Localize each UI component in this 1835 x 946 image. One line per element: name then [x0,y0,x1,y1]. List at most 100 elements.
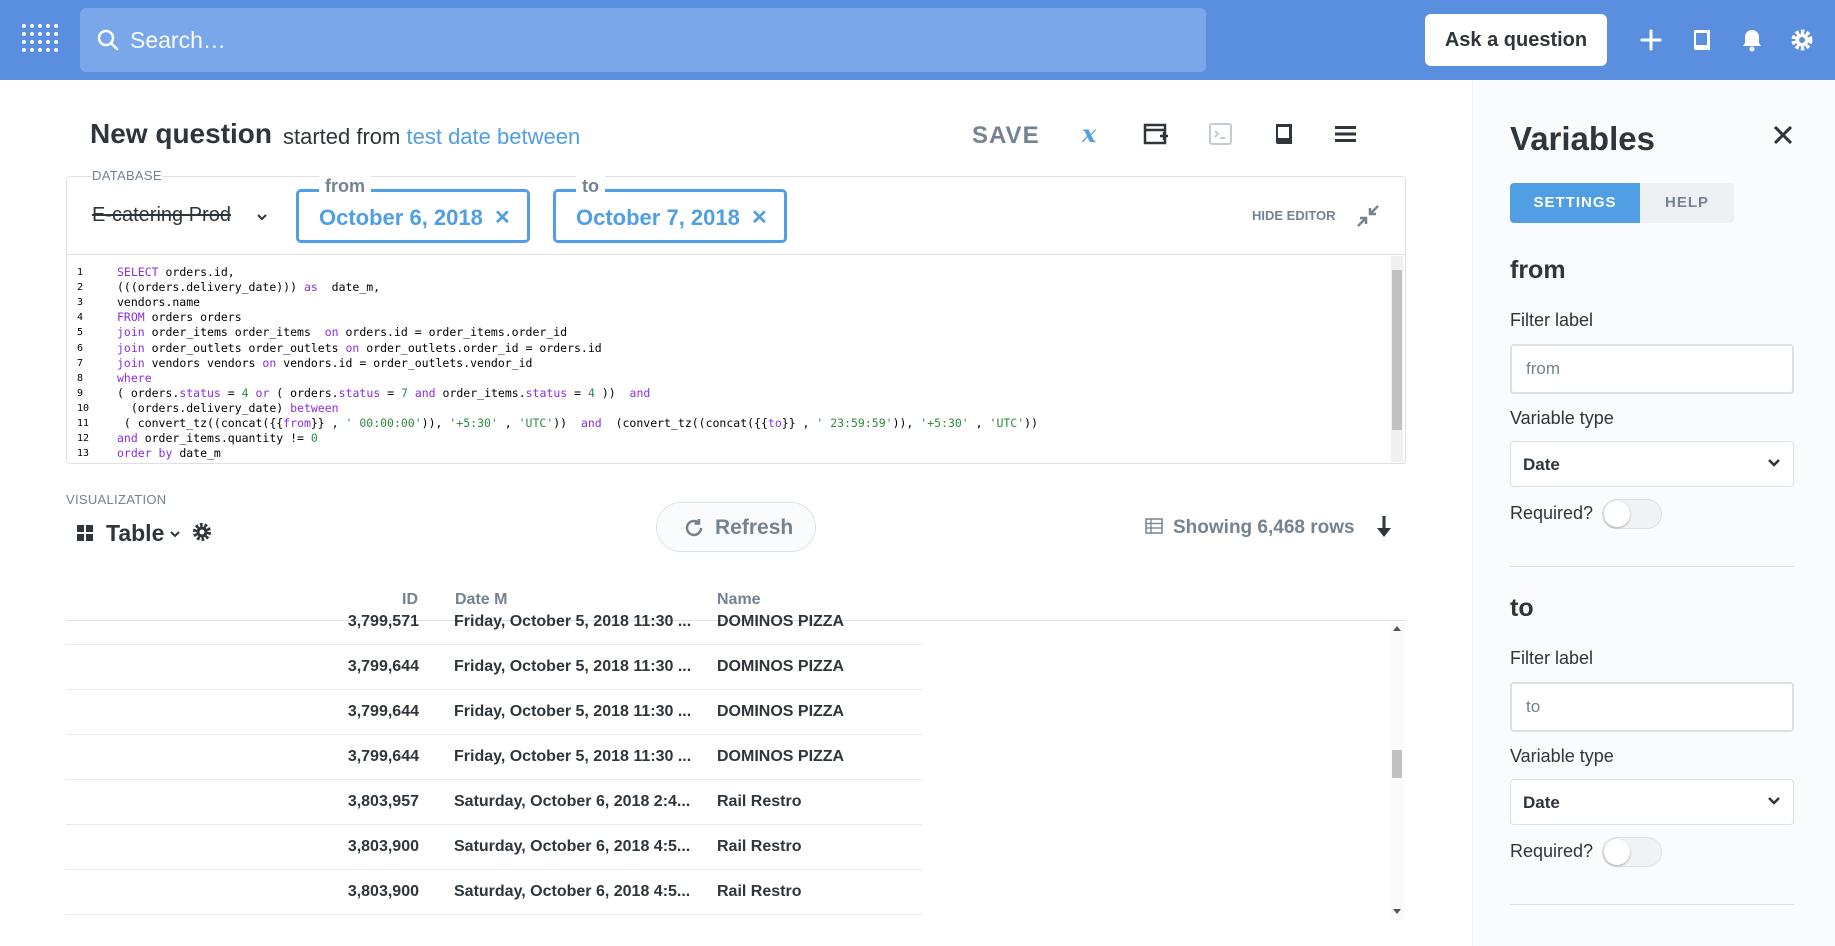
database-picker[interactable]: E-catering Prod [92,204,231,227]
sql-snippet-icon[interactable] [1207,120,1235,148]
table-scrollbar[interactable] [1390,622,1404,920]
started-from-text: started from [283,124,401,149]
code-line[interactable]: 9 ( orders.status = 4 or ( orders.status … [67,386,1385,401]
gear-icon[interactable] [191,521,213,543]
line-number: 10 [77,402,90,414]
tab-settings[interactable]: SETTINGS [1510,183,1640,223]
table-row[interactable]: 3,803,900 Saturday, October 6, 2018 4:5..… [66,825,922,870]
menu-hamburger-icon[interactable] [1332,120,1360,148]
line-number: 5 [77,327,84,339]
code-text: ( convert_tz((concat({{from}} , ' 00:00:… [117,416,1038,430]
search-bar[interactable]: Search… [80,8,1206,72]
code-line[interactable]: 5 join order_items order_items on orders.… [67,325,1385,340]
filter-label-input[interactable]: to [1510,682,1794,732]
editor-scrollbar[interactable] [1391,256,1403,462]
filter-widget-from[interactable]: from October 6, 2018 ✕ [296,176,530,243]
scroll-down-arrow-icon[interactable] [1392,908,1402,916]
code-line[interactable]: 3 vendors.name [67,295,1385,310]
logo-dot [46,24,50,28]
gear-icon[interactable] [1787,25,1817,55]
cell-id: 3,803,900 [347,883,419,900]
cell-name: Rail Restro [717,793,802,810]
logo-dot [38,48,42,52]
variable-x-icon[interactable]: x [1078,120,1106,148]
code-line[interactable]: 1 SELECT orders.id, [67,265,1385,280]
logo-dot [22,24,26,28]
code-text: (orders.delivery_date) between [117,400,339,415]
code-line[interactable]: 4 FROM orders orders [67,310,1385,325]
cell-name: Rail Restro [717,838,802,855]
logo-dot [54,40,58,44]
cell-date-m: Friday, October 5, 2018 11:30 ... [454,613,692,630]
question-lineage: started from test date between [283,124,580,150]
code-line[interactable]: 2 (((orders.delivery_date))) as date_m, [67,280,1385,295]
code-text: FROM orders orders [117,310,242,325]
metabase-logo-icon[interactable] [22,24,58,60]
tab-help[interactable]: HELP [1640,183,1734,223]
filter-widget-value[interactable]: October 7, 2018 [576,205,740,231]
top-navbar: Search… Ask a question [0,0,1835,80]
table-row[interactable]: 3,799,571 Friday, October 5, 2018 11:30 .… [66,600,922,645]
logo-dot [22,32,26,36]
filter-widget-to[interactable]: to October 7, 2018 ✕ [553,176,787,243]
clear-filter-icon[interactable]: ✕ [751,205,768,230]
code-line[interactable]: 12 and order_items.quantity != 0 [67,431,1385,446]
code-line[interactable]: 13 order by date_m [67,446,1385,461]
code-text: join vendors vendors on vendors.id = ord… [117,355,533,370]
variable-type-select[interactable]: Date [1510,779,1794,825]
question-title: New question [90,118,273,149]
logo-dot [54,48,58,52]
book-icon[interactable] [1687,25,1717,55]
logo-dot [22,48,26,52]
table-row[interactable]: 3,799,644 Friday, October 5, 2018 11:30 .… [66,735,922,780]
ask-question-button[interactable]: Ask a question [1425,14,1607,66]
table-row[interactable]: 3,799,644 Friday, October 5, 2018 11:30 .… [66,690,922,735]
scroll-up-arrow-icon[interactable] [1392,624,1402,632]
filter-widget-value[interactable]: October 6, 2018 [319,205,483,231]
required-toggle[interactable] [1602,499,1662,529]
cell-date-m: Friday, October 5, 2018 11:30 ... [454,658,692,675]
cell-id: 3,799,644 [347,658,419,675]
table-row[interactable]: 3,799,644 Friday, October 5, 2018 11:30 .… [66,645,922,690]
cell-date-m: Saturday, October 6, 2018 4:5... [454,838,691,855]
chevron-down-icon[interactable] [169,529,181,539]
code-text: join order_outlets order_outlets on orde… [117,340,602,355]
refresh-button[interactable]: Refresh [656,502,816,552]
cell-date-m: Friday, October 5, 2018 11:30 ... [454,748,692,765]
hide-editor-button[interactable]: HIDE EDITOR [1252,208,1336,223]
chevron-down-icon[interactable] [256,212,268,222]
bell-icon[interactable] [1737,25,1767,55]
close-icon[interactable] [1772,124,1794,146]
snippet-add-icon[interactable] [1142,120,1170,148]
plus-icon[interactable] [1636,25,1666,55]
required-toggle[interactable] [1602,837,1662,867]
code-line[interactable]: 6 join order_outlets order_outlets on ord… [67,341,1385,356]
divider [1510,904,1794,905]
divider [1510,566,1794,567]
variable-type-value: Date [1523,455,1560,474]
source-question-link[interactable]: test date between [407,124,581,149]
table-row[interactable]: 3,803,900 Saturday, October 6, 2018 4:5..… [66,870,922,915]
line-number: 13 [77,448,90,460]
code-line[interactable]: 8 where [67,371,1385,386]
row-count: Showing 6,468 rows [1173,517,1355,538]
save-button[interactable]: SAVE [972,122,1040,150]
download-icon[interactable] [1374,514,1394,540]
code-line[interactable]: 7 join vendors vendors on vendors.id = or… [67,356,1385,371]
collapse-editor-icon[interactable] [1354,202,1382,230]
visualization-type-picker[interactable]: Table [106,520,164,547]
cell-id: 3,803,900 [347,838,419,855]
chevron-down-icon [1768,459,1780,467]
code-line[interactable]: 11 ( convert_tz((concat({{from}} , ' 00:… [67,416,1385,431]
data-reference-book-icon[interactable] [1270,120,1298,148]
variable-name-heading: to [1510,594,1534,622]
sql-code-editor[interactable]: 1 SELECT orders.id, 2 (((orders.delivery_da… [67,254,1405,463]
variable-type-select[interactable]: Date [1510,441,1794,487]
svg-text:x: x [1081,120,1097,148]
filter-label-value: from [1526,359,1560,378]
table-row[interactable]: 3,803,957 Saturday, October 6, 2018 2:4..… [66,780,922,825]
code-line[interactable]: 10 (orders.delivery_date) between [67,401,1385,416]
filter-label-input[interactable]: from [1510,344,1794,394]
logo-dot [46,48,50,52]
clear-filter-icon[interactable]: ✕ [494,205,511,230]
